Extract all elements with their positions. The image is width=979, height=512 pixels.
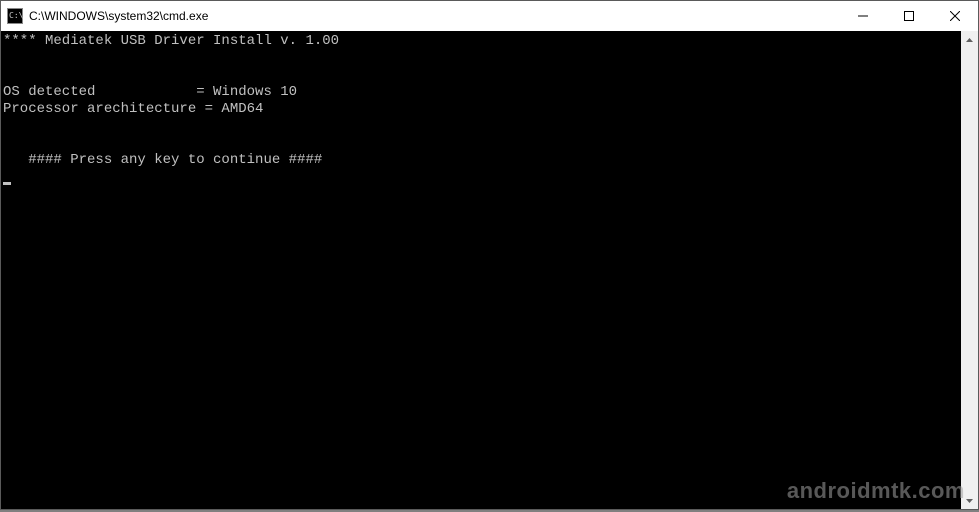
scroll-down-button[interactable] [961, 492, 978, 509]
scroll-up-button[interactable] [961, 31, 978, 48]
scroll-track[interactable] [961, 48, 978, 492]
client-area: **** Mediatek USB Driver Install v. 1.00… [1, 31, 978, 509]
minimize-button[interactable] [840, 1, 886, 31]
terminal-line: Processor arechitecture = AMD64 [3, 101, 263, 117]
window-controls [840, 1, 978, 31]
window-title: C:\WINDOWS\system32\cmd.exe [29, 9, 840, 23]
terminal-line: **** Mediatek USB Driver Install v. 1.00 [3, 33, 339, 49]
svg-text:C:\: C:\ [9, 11, 23, 20]
terminal-output[interactable]: **** Mediatek USB Driver Install v. 1.00… [1, 31, 961, 509]
cmd-window: C:\ C:\WINDOWS\system32\cmd.exe **** Med… [0, 0, 979, 510]
titlebar[interactable]: C:\ C:\WINDOWS\system32\cmd.exe [1, 1, 978, 31]
vertical-scrollbar[interactable] [961, 31, 978, 509]
terminal-line: #### Press any key to continue #### [3, 152, 322, 168]
cmd-icon: C:\ [7, 8, 23, 24]
terminal-line: OS detected = Windows 10 [3, 84, 297, 100]
close-button[interactable] [932, 1, 978, 31]
maximize-button[interactable] [886, 1, 932, 31]
text-cursor [3, 182, 11, 185]
